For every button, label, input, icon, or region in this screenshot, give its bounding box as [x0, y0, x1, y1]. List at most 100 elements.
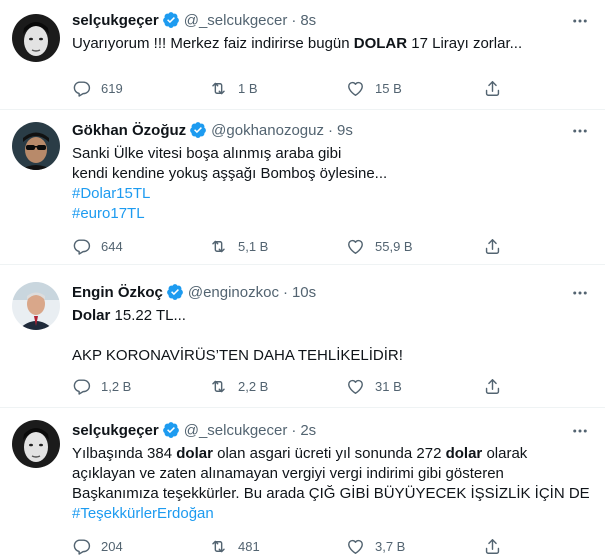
text-line: açıklayan ve zaten alınamayan vergiyi ve…: [72, 465, 504, 482]
tweet-text: Sanki Ülke vitesi boşa alınmış araba gib…: [72, 144, 589, 224]
author-handle[interactable]: @enginozkoc: [188, 284, 279, 301]
text-line: Sanki Ülke vitesi boşa alınmış araba gib…: [72, 145, 342, 162]
retweet-count: 5,1 B: [238, 238, 269, 254]
hashtag-link[interactable]: #euro17TL: [72, 204, 589, 224]
share-icon: [483, 537, 502, 556]
like-button[interactable]: 15 B: [346, 78, 416, 98]
like-button[interactable]: 31 B: [346, 376, 416, 396]
avatar[interactable]: [12, 122, 60, 170]
retweet-icon: [209, 79, 228, 98]
tweet[interactable]: Gökhan Özoğuz @gokhanozoguz · 9s Sanki Ü…: [0, 110, 605, 265]
author-handle[interactable]: @_selcukgecer: [184, 12, 288, 29]
verified-badge-icon: [162, 421, 180, 439]
tweet-actions: 1,2 B 2,2 B 31 B: [72, 376, 512, 396]
more-options-icon[interactable]: [571, 422, 589, 440]
separator-dot: ·: [282, 283, 288, 301]
like-count: 55,9 B: [375, 238, 413, 254]
text-bold: dolar: [176, 445, 213, 462]
retweet-button[interactable]: 481: [209, 536, 279, 556]
retweet-button[interactable]: 1 B: [209, 78, 279, 98]
avatar[interactable]: [12, 420, 60, 468]
author-handle[interactable]: @gokhanozoguz: [211, 122, 324, 139]
tweet[interactable]: Engin Özkoç @enginozkoc · 10s Dolar 15.2…: [0, 265, 605, 408]
separator-dot: ·: [291, 421, 297, 439]
tweet[interactable]: selçukgeçer @_selcukgecer · 2s Yılbaşınd…: [0, 408, 605, 555]
tweet-text: Dolar 15.22 TL... AKP KORONAVİRÜS’TEN DA…: [72, 306, 589, 366]
share-button[interactable]: [483, 78, 512, 98]
retweet-count: 2,2 B: [238, 378, 269, 394]
tweet-actions: 204 481 3,7 B: [72, 536, 512, 556]
like-icon: [346, 537, 365, 556]
reply-count: 644: [101, 238, 123, 254]
share-button[interactable]: [483, 236, 512, 256]
tweet-time[interactable]: 10s: [292, 284, 316, 301]
text-segment: 17 Lirayı zorlar...: [407, 35, 523, 52]
verified-badge-icon: [189, 121, 207, 139]
text-line: Başkanımıza teşekkürler. Bu arada ÇIĞ Gİ…: [72, 485, 590, 502]
reply-icon: [72, 237, 91, 256]
text-line: AKP KORONAVİRÜS’TEN DAHA TEHLİKELİDİR!: [72, 347, 403, 364]
separator-dot: ·: [291, 11, 297, 29]
like-icon: [346, 377, 365, 396]
tweet-time[interactable]: 8s: [300, 12, 316, 29]
verified-badge-icon: [162, 11, 180, 29]
tweet[interactable]: selçukgeçer @_selcukgecer · 8s Uyarıyoru…: [0, 0, 605, 110]
text-segment: 15.22 TL...: [110, 307, 186, 324]
text-bold: dolar: [445, 445, 483, 462]
retweet-icon: [209, 537, 228, 556]
author-name[interactable]: Engin Özkoç: [72, 284, 163, 301]
share-icon: [483, 79, 502, 98]
text-segment: Yılbaşında 384: [72, 445, 177, 462]
hashtag-link[interactable]: #Dolar15TL: [72, 184, 589, 204]
reply-count: 1,2 B: [101, 378, 132, 394]
author-name[interactable]: Gökhan Özoğuz: [72, 122, 186, 139]
more-options-icon[interactable]: [571, 12, 589, 30]
retweet-button[interactable]: 5,1 B: [209, 236, 279, 256]
like-button[interactable]: 3,7 B: [346, 536, 416, 556]
like-icon: [346, 237, 365, 256]
hashtag-link[interactable]: #TeşekkürlerErdoğan: [72, 504, 589, 524]
text-bold: DOLAR: [353, 35, 408, 52]
reply-count: 619: [101, 80, 123, 96]
share-icon: [483, 237, 502, 256]
retweet-count: 1 B: [238, 80, 258, 96]
reply-icon: [72, 537, 91, 556]
text-segment: olan asgari ücreti yıl sonunda 272: [212, 445, 446, 462]
tweet-time[interactable]: 2s: [300, 422, 316, 439]
retweet-button[interactable]: 2,2 B: [209, 376, 279, 396]
avatar[interactable]: [12, 14, 60, 62]
reply-icon: [72, 79, 91, 98]
author-handle[interactable]: @_selcukgecer: [184, 422, 288, 439]
more-options-icon[interactable]: [571, 122, 589, 140]
tweet-text: Uyarıyorum !!! Merkez faiz indirirse bug…: [72, 34, 589, 54]
tweet-time[interactable]: 9s: [337, 122, 353, 139]
retweet-icon: [209, 377, 228, 396]
reply-button[interactable]: 1,2 B: [72, 376, 142, 396]
share-button[interactable]: [483, 376, 512, 396]
reply-button[interactable]: 204: [72, 536, 142, 556]
reply-icon: [72, 377, 91, 396]
tweet-actions: 644 5,1 B 55,9 B: [72, 236, 512, 256]
avatar[interactable]: [12, 282, 60, 330]
text-bold: Dolar: [72, 307, 111, 324]
author-name[interactable]: selçukgeçer: [72, 12, 159, 29]
author-name[interactable]: selçukgeçer: [72, 422, 159, 439]
tweet-text: Yılbaşında 384 dolar olan asgari ücreti …: [72, 444, 590, 524]
text-segment: Uyarıyorum !!! Merkez faiz indirirse bug…: [72, 35, 354, 52]
text-segment: olarak: [482, 445, 528, 462]
reply-count: 204: [101, 538, 123, 554]
share-icon: [483, 377, 502, 396]
reply-button[interactable]: 644: [72, 236, 142, 256]
share-button[interactable]: [483, 536, 512, 556]
more-options-icon[interactable]: [571, 284, 589, 302]
retweet-icon: [209, 237, 228, 256]
verified-badge-icon: [166, 283, 184, 301]
like-count: 15 B: [375, 80, 402, 96]
like-icon: [346, 79, 365, 98]
retweet-count: 481: [238, 538, 260, 554]
like-count: 3,7 B: [375, 538, 406, 554]
reply-button[interactable]: 619: [72, 78, 142, 98]
text-line: kendi kendine yokuş aşşağı Bomboş öylesi…: [72, 165, 388, 182]
like-button[interactable]: 55,9 B: [346, 236, 416, 256]
like-count: 31 B: [375, 378, 402, 394]
